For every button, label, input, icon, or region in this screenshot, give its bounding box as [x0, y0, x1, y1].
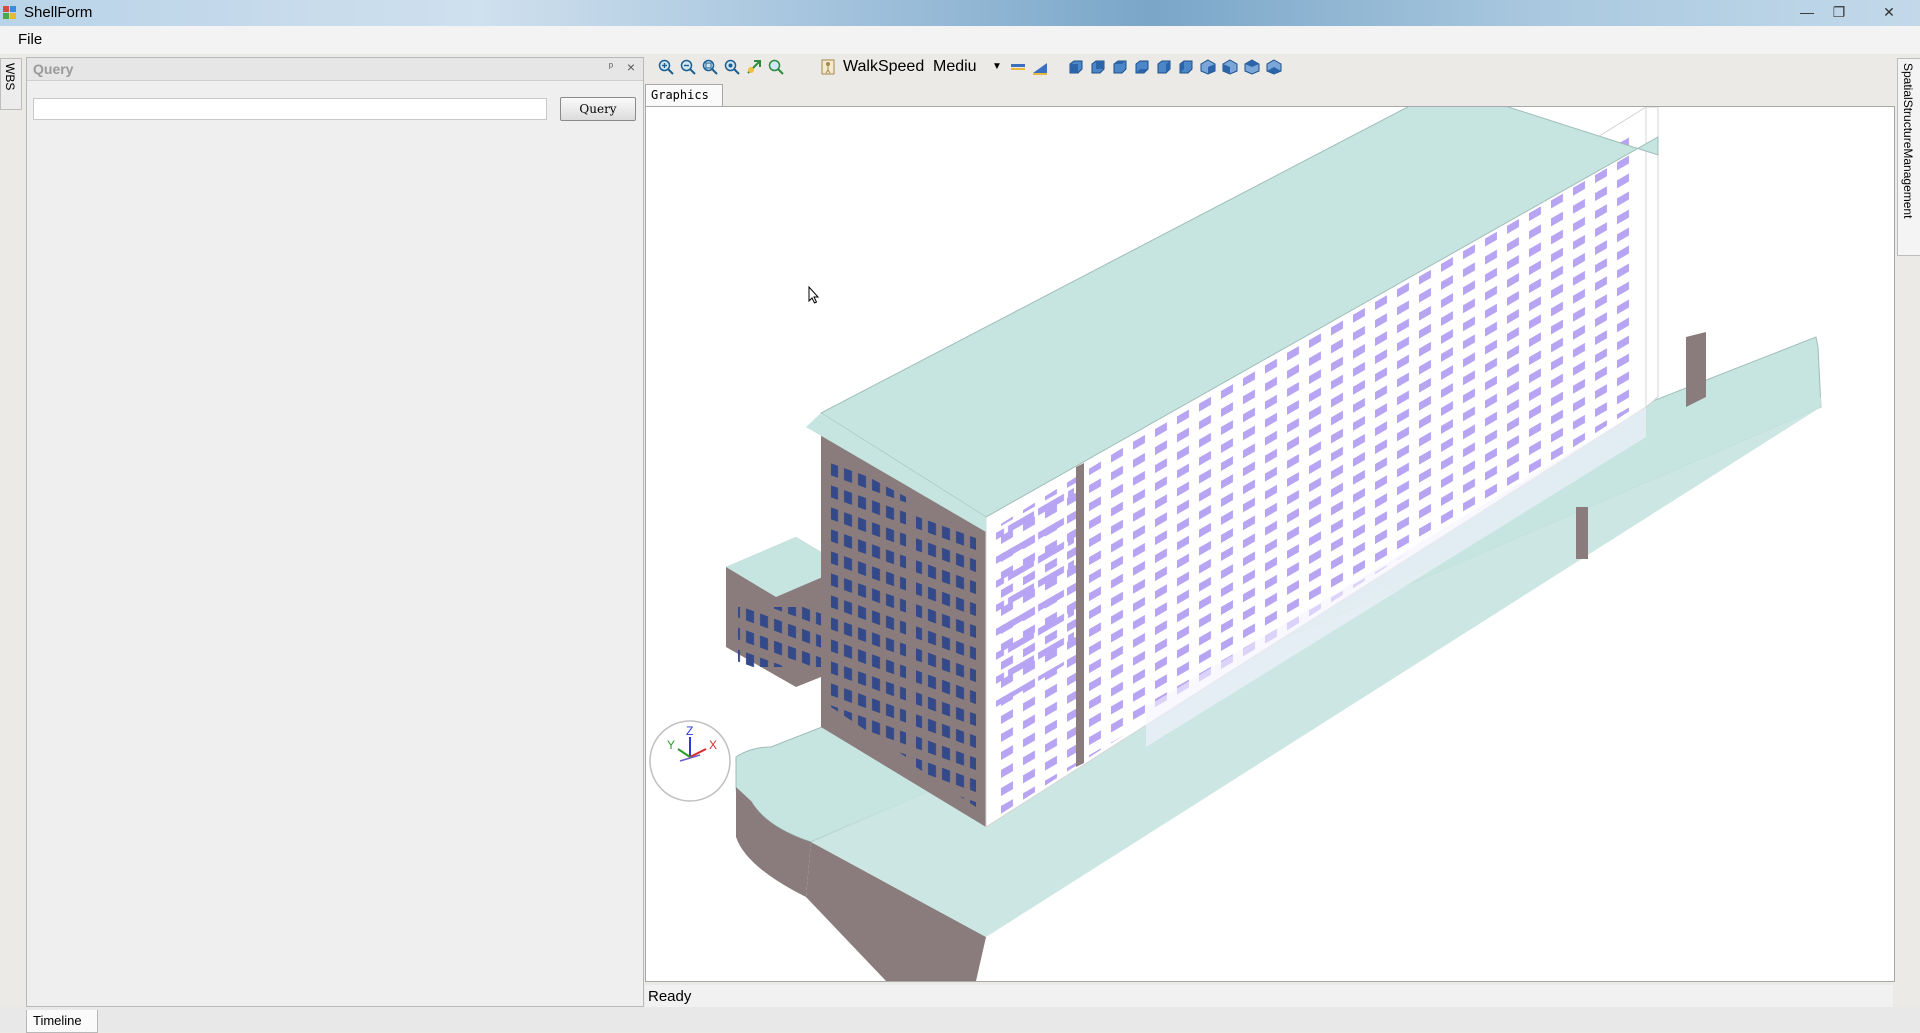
close-button[interactable]: ✕ — [1870, 2, 1908, 22]
query-button[interactable]: Query — [560, 97, 636, 121]
wbs-dock-tab[interactable]: WBS — [0, 58, 22, 110]
pan-icon[interactable] — [746, 59, 762, 75]
view-iso4-icon[interactable] — [1266, 59, 1282, 75]
app-icon — [3, 6, 16, 19]
menu-bar: File — [0, 26, 1920, 54]
timeline-dock-tab[interactable]: Timeline — [26, 1010, 98, 1033]
section-icon[interactable] — [1032, 59, 1048, 75]
wbs-tab-label: WBS — [3, 63, 17, 91]
view-bottom-icon[interactable] — [1134, 59, 1150, 75]
view-front-icon[interactable] — [1068, 59, 1084, 75]
walkspeed-label: WalkSpeed — [843, 58, 925, 75]
axis-triad[interactable]: Z X Y — [648, 719, 732, 803]
close-icon[interactable]: × — [627, 59, 635, 75]
zoom-out-icon[interactable] — [680, 59, 696, 75]
measure-icon[interactable] — [1010, 59, 1026, 75]
query-panel: Query ᵖ × Query — [26, 57, 644, 1007]
menu-file[interactable]: File — [18, 31, 42, 48]
zoom-all-icon[interactable] — [768, 59, 784, 75]
mouse-cursor-icon — [808, 286, 820, 304]
view-iso1-icon[interactable] — [1200, 59, 1216, 75]
pin-icon[interactable]: ᵖ — [609, 61, 613, 73]
chevron-down-icon[interactable]: ▼ — [992, 61, 1002, 72]
building-model-view[interactable] — [646, 107, 1894, 981]
view-top-icon[interactable] — [1112, 59, 1128, 75]
walkspeed-select[interactable]: Mediu — [933, 58, 977, 76]
query-panel-header: Query ᵖ × — [27, 58, 643, 81]
graphics-viewport[interactable]: Z X Y — [645, 106, 1895, 982]
view-right-icon[interactable] — [1178, 59, 1194, 75]
spatial-structure-tab-label: SpatialStructureManagement — [1901, 63, 1915, 219]
status-text: Ready — [648, 988, 692, 1005]
axis-x-label: X — [709, 738, 717, 752]
query-panel-title: Query — [33, 61, 74, 77]
spatial-structure-dock-tab[interactable]: SpatialStructureManagement — [1897, 58, 1920, 256]
view-back-icon[interactable] — [1090, 59, 1106, 75]
window-title: ShellForm — [24, 4, 93, 21]
zoom-extents-icon[interactable] — [724, 59, 740, 75]
bottom-dock-strip — [0, 1007, 1920, 1032]
view-toolbar: WalkSpeed Mediu ▼ — [648, 54, 1408, 80]
zoom-in-icon[interactable] — [658, 59, 674, 75]
tab-graphics-label: Graphics — [651, 88, 709, 102]
tab-graphics[interactable]: Graphics — [645, 84, 723, 107]
query-input[interactable] — [33, 98, 547, 120]
view-iso3-icon[interactable] — [1244, 59, 1260, 75]
timeline-tab-label: Timeline — [33, 1013, 82, 1028]
status-bar: Ready — [645, 985, 1893, 1007]
axis-z-label: Z — [686, 724, 693, 738]
title-bar: ShellForm — ❐ ✕ — [0, 0, 1920, 26]
view-iso2-icon[interactable] — [1222, 59, 1238, 75]
axis-y-label: Y — [667, 738, 675, 752]
view-left-icon[interactable] — [1156, 59, 1172, 75]
restore-button[interactable]: ❐ — [1820, 2, 1858, 22]
walk-icon[interactable] — [820, 59, 836, 75]
zoom-window-icon[interactable] — [702, 59, 718, 75]
